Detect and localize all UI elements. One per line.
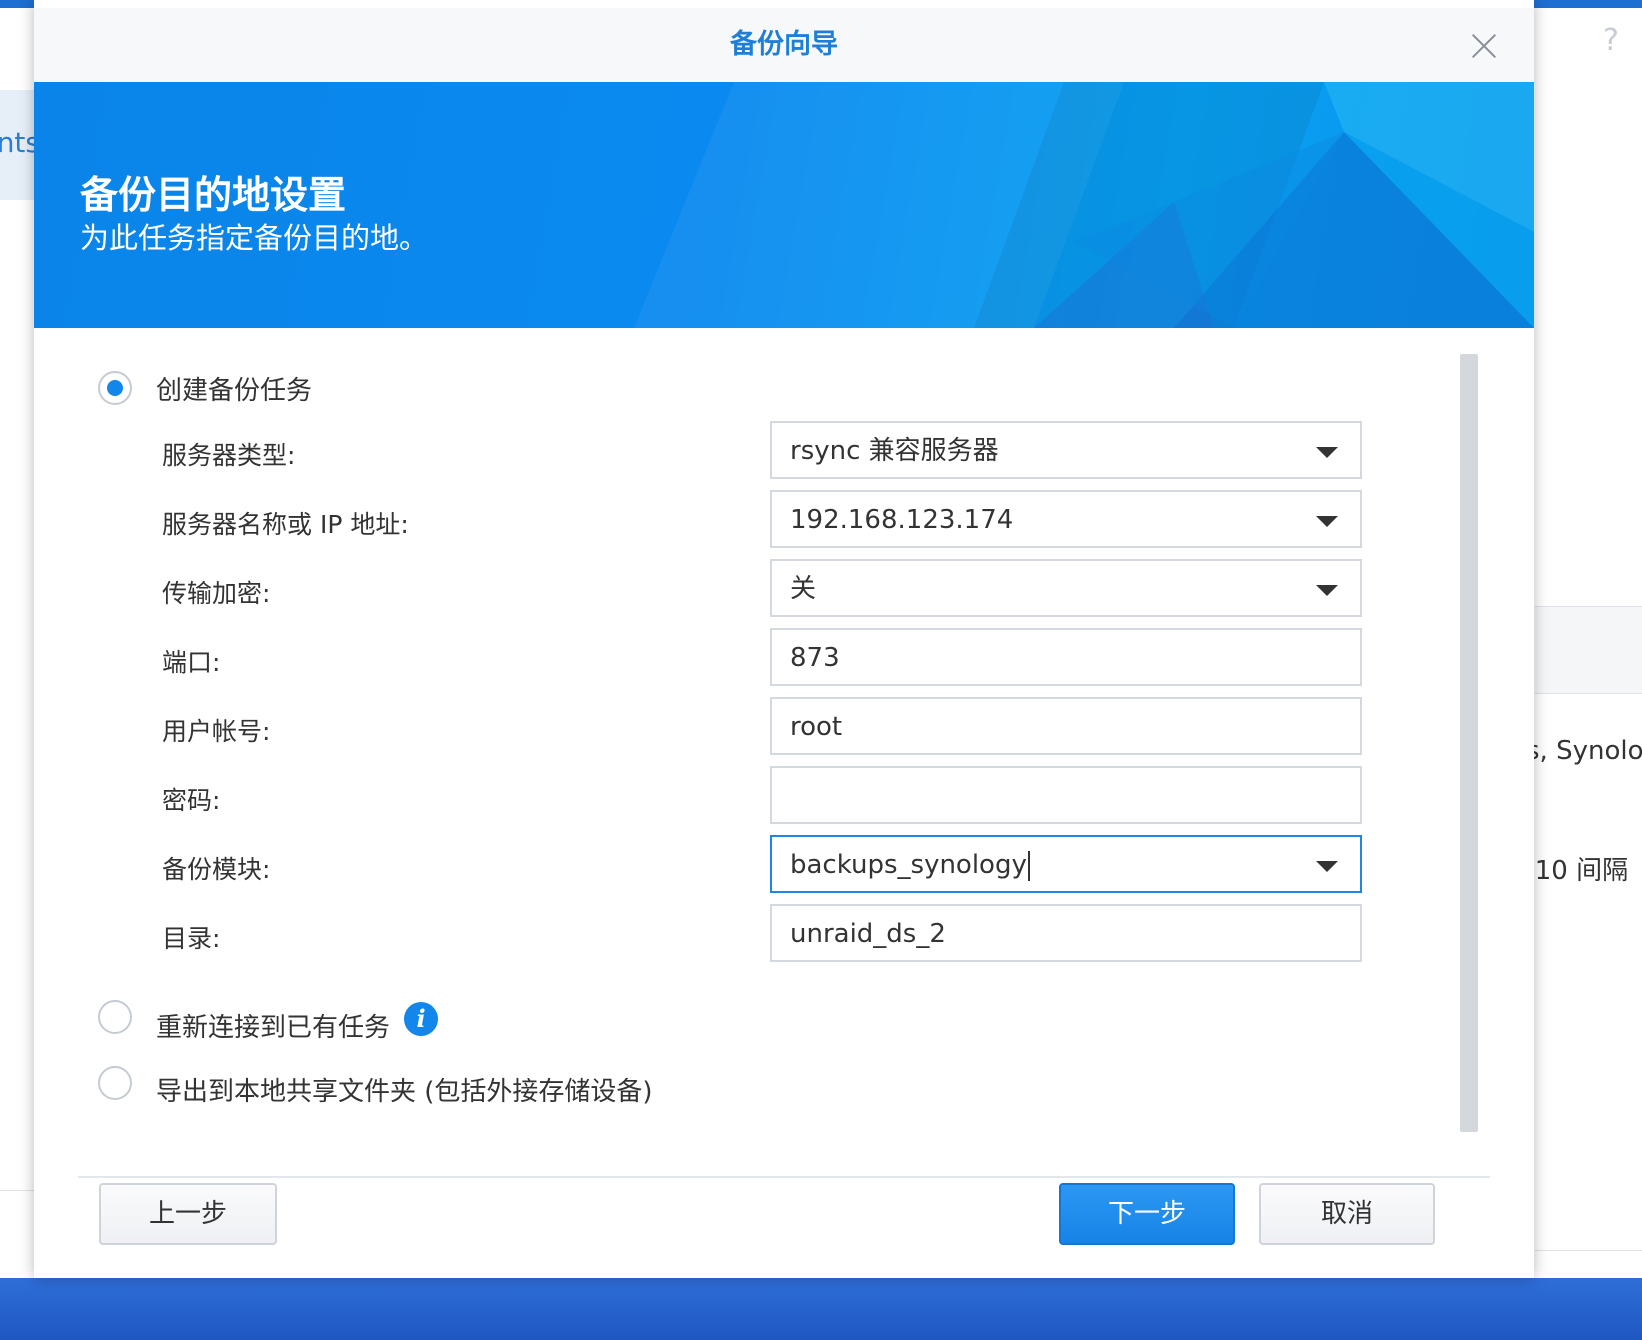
backup-module-value: backups_synology [790, 850, 1027, 880]
background-right-text: :10 间隔 [1526, 856, 1629, 886]
info-icon[interactable]: i [404, 1002, 438, 1036]
create-task-radio[interactable] [98, 371, 132, 405]
directory-value: unraid_ds_2 [790, 919, 946, 949]
directory-input[interactable]: unraid_ds_2 [770, 904, 1362, 962]
encryption-label: 传输加密: [162, 579, 271, 608]
server-name-combobox[interactable]: 192.168.123.174 [770, 490, 1362, 548]
dialog-titlebar: 备份向导 [34, 8, 1534, 82]
chevron-down-icon[interactable] [1316, 861, 1338, 872]
wizard-banner: 备份目的地设置 为此任务指定备份目的地。 [34, 82, 1534, 328]
cancel-button[interactable]: 取消 [1259, 1183, 1435, 1245]
banner-title: 备份目的地设置 [80, 173, 347, 217]
server-type-value: rsync 兼容服务器 [790, 436, 999, 466]
backup-module-combobox[interactable]: backups_synology [770, 835, 1362, 893]
username-label: 用户帐号: [162, 717, 271, 746]
backup-module-label: 备份模块: [162, 855, 271, 884]
password-input[interactable] [770, 766, 1362, 824]
directory-label: 目录: [162, 924, 221, 953]
divider [0, 1190, 34, 1191]
scrollbar[interactable] [1460, 354, 1478, 1132]
banner-subtitle: 为此任务指定备份目的地。 [80, 221, 429, 255]
server-name-value: 192.168.123.174 [790, 505, 1014, 535]
create-task-label[interactable]: 创建备份任务 [156, 370, 312, 407]
backup-module-text: backups_synology [790, 837, 1030, 893]
port-input[interactable]: 873 [770, 628, 1362, 686]
encryption-value: 关 [790, 574, 817, 604]
footer-divider [78, 1176, 1490, 1178]
chevron-down-icon[interactable] [1316, 447, 1338, 458]
password-label: 密码: [162, 786, 221, 815]
back-button[interactable]: 上一步 [99, 1183, 277, 1245]
reconnect-task-label[interactable]: 重新连接到已有任务 [156, 1007, 390, 1044]
encryption-select[interactable]: 关 [770, 559, 1362, 617]
next-button[interactable]: 下一步 [1059, 1183, 1235, 1245]
port-value: 873 [790, 643, 840, 673]
dialog-title: 备份向导 [730, 29, 838, 60]
help-icon[interactable]: ? [1596, 26, 1626, 56]
username-input[interactable]: root [770, 697, 1362, 755]
desktop-background [0, 1278, 1642, 1340]
export-local-label[interactable]: 导出到本地共享文件夹 (包括外接存储设备) [156, 1071, 653, 1108]
port-label: 端口: [162, 648, 221, 677]
username-value: root [790, 712, 843, 742]
server-type-label: 服务器类型: [162, 441, 296, 470]
background-right-band [1535, 606, 1642, 694]
reconnect-task-radio[interactable] [98, 1000, 132, 1034]
chevron-down-icon[interactable] [1316, 585, 1338, 596]
divider [1535, 1250, 1642, 1251]
background-right-text: s, Synolo [1526, 736, 1642, 766]
export-local-radio[interactable] [98, 1066, 132, 1100]
backup-wizard-dialog: 备份向导 备份目的地设置 为此任务指定备份目的地。 创建备份任务 服务器类型: … [34, 0, 1534, 1278]
chevron-down-icon[interactable] [1316, 516, 1338, 527]
server-type-select[interactable]: rsync 兼容服务器 [770, 421, 1362, 479]
server-name-label: 服务器名称或 IP 地址: [162, 510, 409, 539]
text-caret [1027, 850, 1030, 881]
close-icon[interactable] [1468, 30, 1500, 62]
